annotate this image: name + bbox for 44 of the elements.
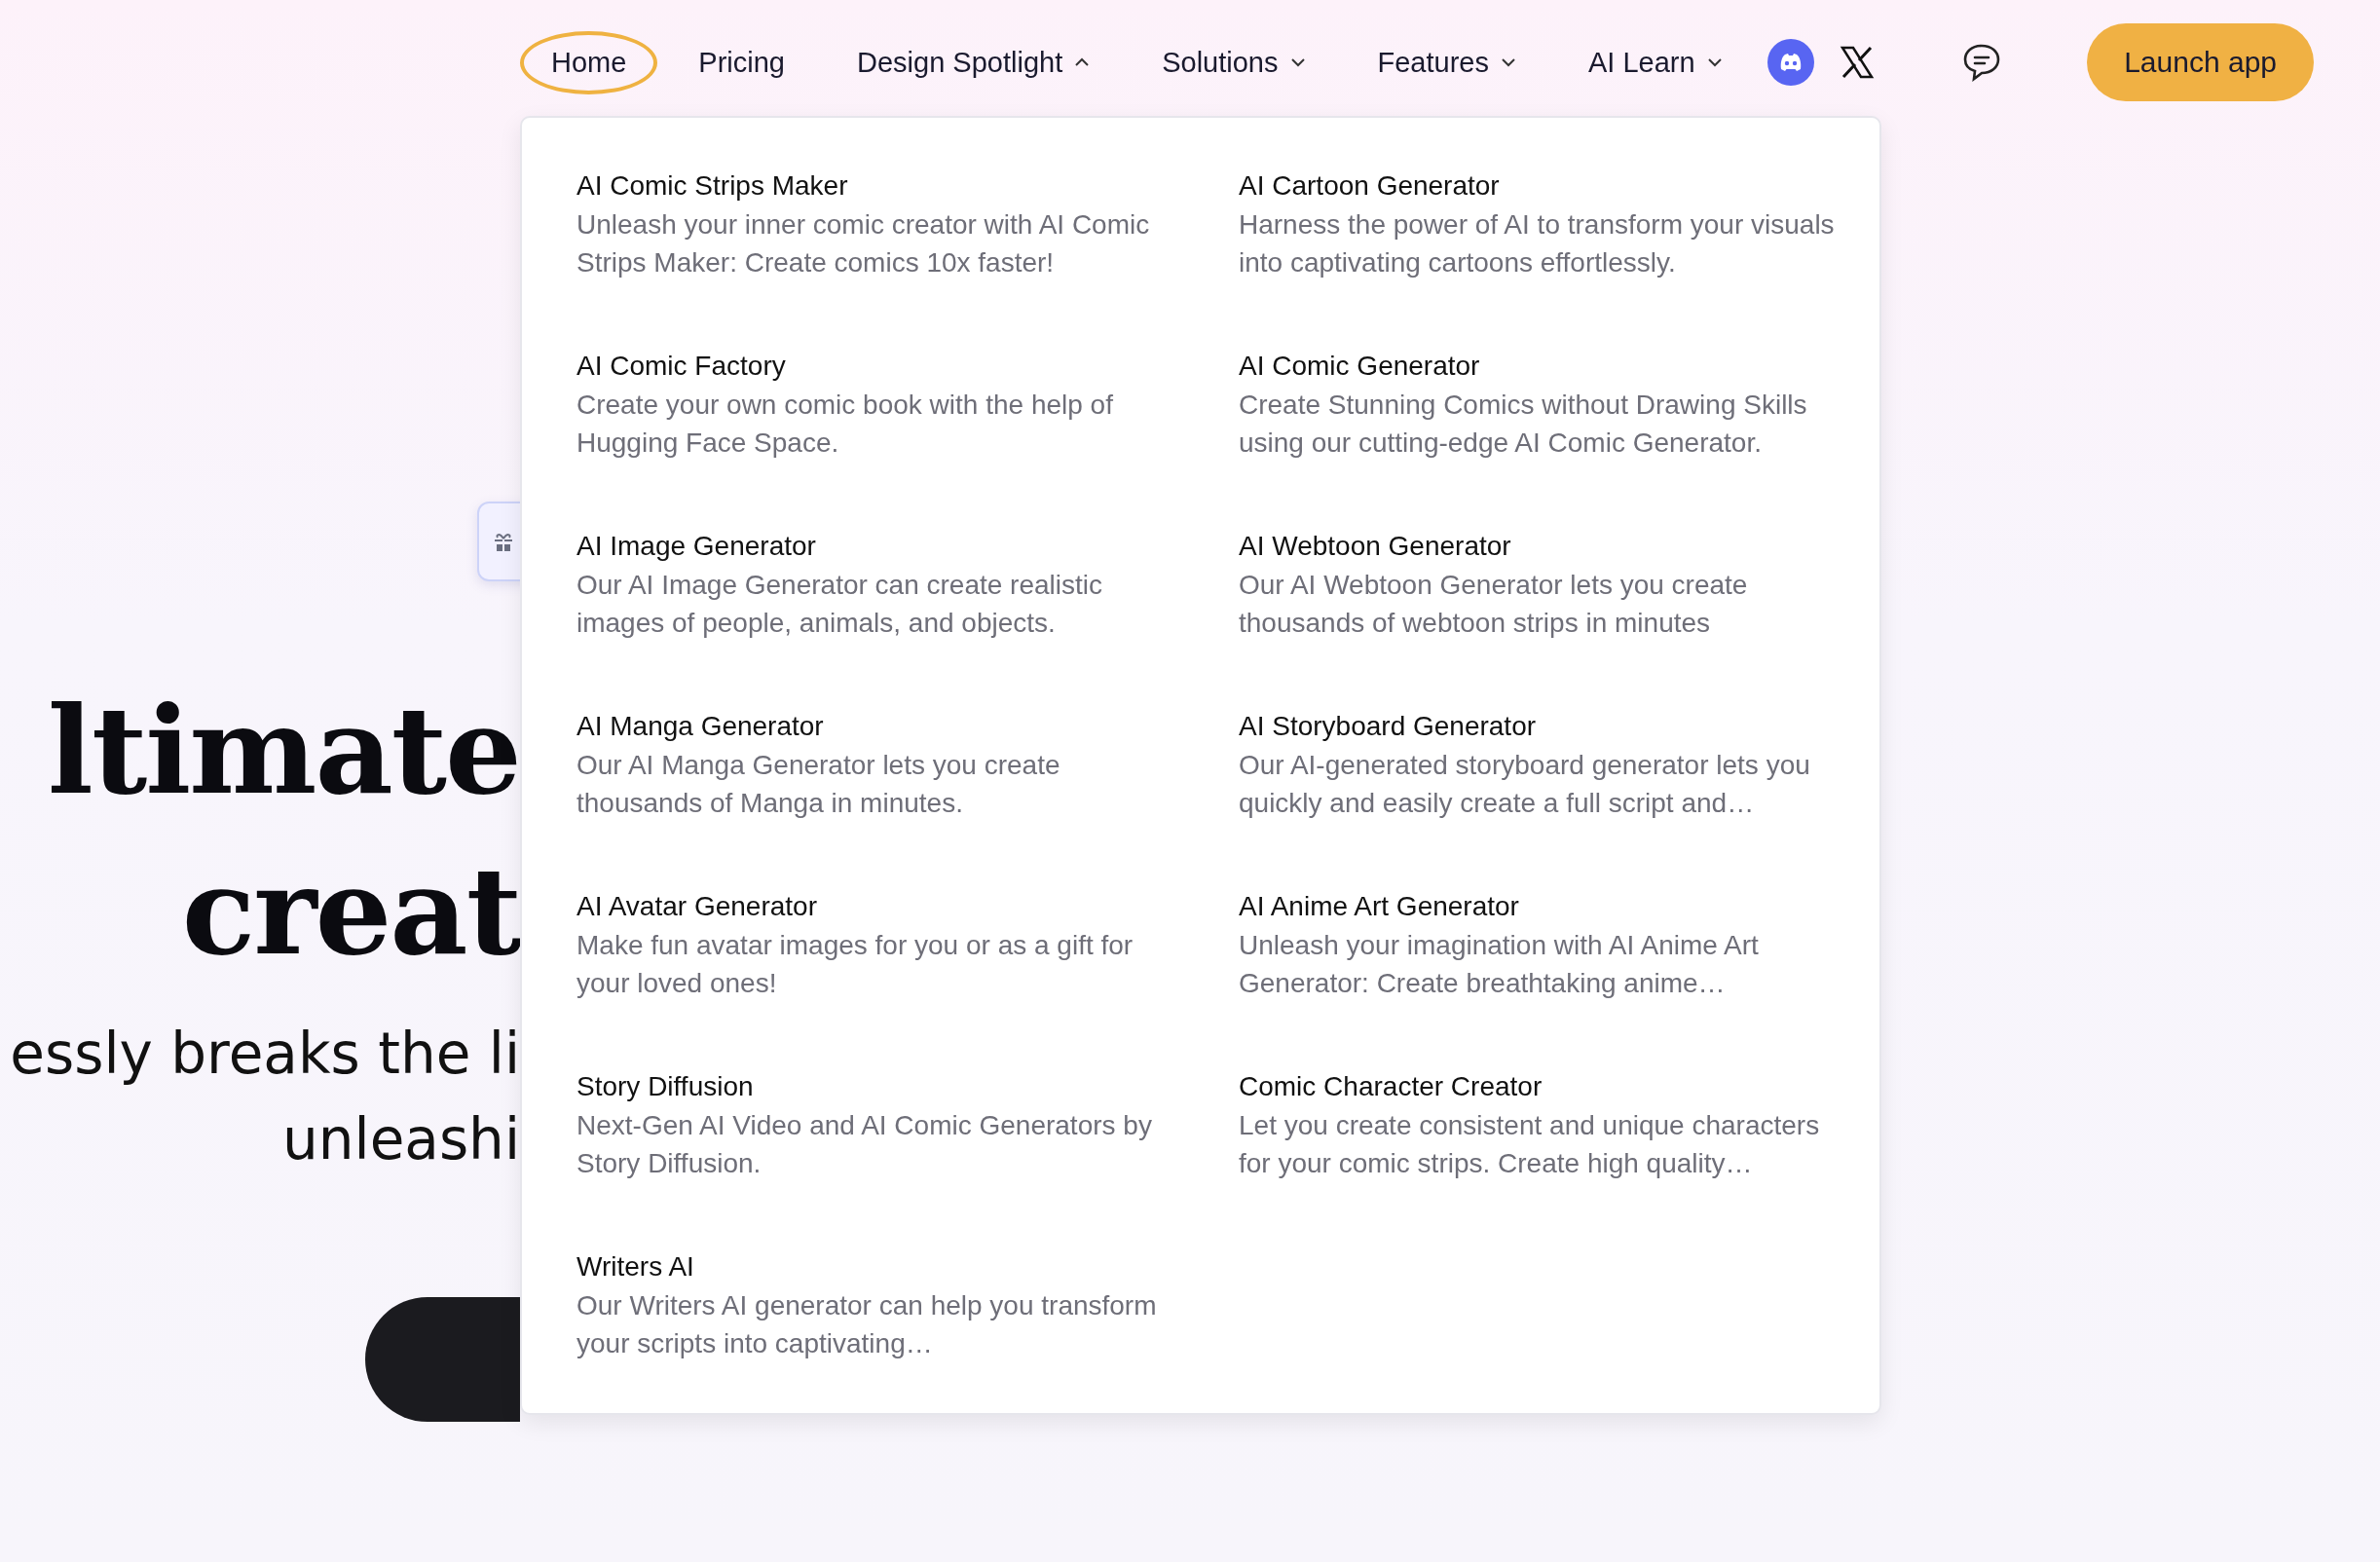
nav-link[interactable]: Solutions bbox=[1131, 32, 1337, 93]
hero-title: creat bbox=[181, 839, 520, 984]
hero-subtitle: unleashi bbox=[282, 1105, 520, 1174]
hero-title: ltimate bbox=[47, 679, 520, 823]
hero-subtitle: essly breaks the li bbox=[10, 1020, 520, 1089]
caret-icon bbox=[1074, 57, 1091, 67]
menu-item-description: Our AI Manga Generator lets you create thousands of Manga in minutes. bbox=[576, 749, 1061, 820]
cta-button[interactable] bbox=[365, 1297, 520, 1422]
nav-link[interactable]: Pricing bbox=[667, 32, 816, 93]
menu-item-title[interactable]: AI Comic Factory bbox=[576, 347, 786, 386]
nav-link[interactable]: AI Learn bbox=[1556, 32, 1754, 93]
menu-item-description: Unleash your imagination with AI Anime Art Generator: Create breathtaking anime… bbox=[1239, 929, 1760, 1000]
menu-item-description: Harness the power of AI to transform your visuals into captivating cartoons effortlessly. bbox=[1239, 208, 1835, 279]
menu-item-description: Our AI Webtoon Generator lets you create thousands of webtoon strips in minutes bbox=[1239, 569, 1749, 640]
menu-item-title[interactable]: Story Diffusion bbox=[576, 1067, 754, 1106]
launch-app-button[interactable]: Launch app bbox=[2087, 23, 2314, 101]
menu-item-description: Make fun avatar images for you or as a gift for your loved ones! bbox=[576, 929, 1134, 1000]
x-logo-icon[interactable] bbox=[1839, 45, 1875, 80]
menu-item-title[interactable]: AI Manga Generator bbox=[576, 707, 824, 746]
menu-item-title[interactable]: Comic Character Creator bbox=[1239, 1067, 1543, 1106]
menu-item-title[interactable]: AI Webtoon Generator bbox=[1239, 527, 1511, 566]
menu-item-description: Our AI Image Generator can create realistic images of people, animals, and objects. bbox=[576, 569, 1104, 640]
menu-item-title[interactable]: AI Comic Generator bbox=[1239, 347, 1480, 386]
caret-icon bbox=[1500, 57, 1516, 67]
menu-item-description: Our AI-generated storyboard generator lets you quickly and easily create a full script and… bbox=[1239, 749, 1811, 820]
menu-item-description: Create Stunning Comics without Drawing Skills using our cutting-edge AI Comic Generator. bbox=[1239, 389, 1808, 460]
menu-item-title[interactable]: Writers AI bbox=[576, 1247, 694, 1286]
caret-icon bbox=[1706, 57, 1723, 67]
menu-item-title[interactable]: AI Comic Strips Maker bbox=[576, 167, 848, 205]
menu-item-title[interactable]: AI Avatar Generator bbox=[576, 887, 817, 926]
discord-icon[interactable] bbox=[1766, 39, 1814, 86]
menu-item-description: Let you create consistent and unique characters for your comic strips. Create high quality… bbox=[1239, 1109, 1821, 1180]
nav-link[interactable]: Design Spotlight bbox=[826, 32, 1122, 93]
menu-item-title[interactable]: AI Cartoon Generator bbox=[1239, 167, 1500, 205]
menu-item-description: Our Writers AI generator can help you transform your scripts into captivating… bbox=[576, 1289, 1158, 1360]
menu-item-title[interactable]: AI Image Generator bbox=[576, 527, 816, 566]
menu-item-description: Unleash your inner comic creator with AI Comic Strips Maker: Create comics 10x faster! bbox=[576, 208, 1151, 279]
menu-item-title[interactable]: AI Anime Art Generator bbox=[1239, 887, 1519, 926]
caret-icon bbox=[1289, 57, 1306, 67]
menu-item-title[interactable]: AI Storyboard Generator bbox=[1239, 707, 1537, 746]
menu-item-description: Create your own comic book with the help of Hugging Face Space. bbox=[576, 389, 1114, 460]
nav-link[interactable]: Features bbox=[1346, 32, 1547, 93]
nav-link[interactable]: Home bbox=[520, 30, 658, 94]
menu-item-description: Next-Gen AI Video and AI Comic Generators by Story Diffusion. bbox=[576, 1109, 1153, 1180]
